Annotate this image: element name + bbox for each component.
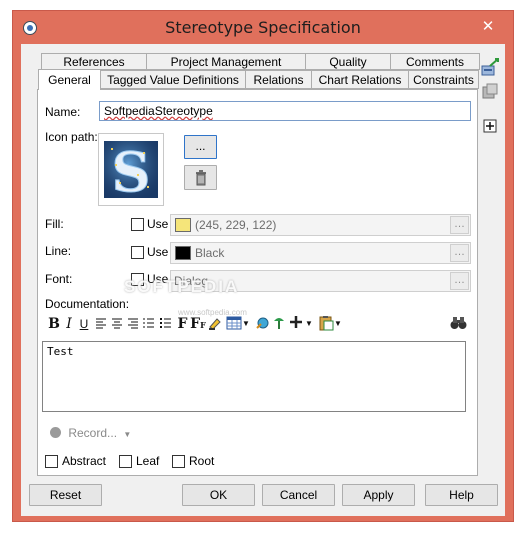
- delete-icon-button[interactable]: [184, 165, 217, 190]
- align-center-icon[interactable]: [110, 315, 124, 333]
- tab-references[interactable]: References: [41, 53, 147, 70]
- name-value: SoftpediaStereotype: [104, 104, 213, 118]
- leaf-checkbox[interactable]: [119, 455, 132, 468]
- insert-dropdown-icon[interactable]: ▼: [305, 315, 313, 333]
- insert-image-icon[interactable]: [272, 315, 286, 333]
- insert-table-icon[interactable]: [225, 315, 243, 333]
- font-size-button[interactable]: FF: [190, 315, 206, 333]
- fill-use-checkbox[interactable]: [131, 218, 144, 231]
- leaf-label: Leaf: [136, 454, 160, 468]
- tab-chart-relations[interactable]: Chart Relations: [311, 70, 409, 89]
- ok-button[interactable]: OK: [182, 484, 255, 506]
- fill-browse-button[interactable]: …: [450, 216, 469, 234]
- line-color-field: Black: [170, 242, 471, 264]
- record-label: Record...: [68, 426, 118, 440]
- abstract-checkbox[interactable]: [45, 455, 58, 468]
- insert-link-icon[interactable]: [254, 315, 270, 333]
- fill-use-label: Use: [147, 217, 169, 231]
- tab-general[interactable]: General: [38, 69, 101, 90]
- fill-color-swatch: [175, 218, 191, 232]
- align-left-icon[interactable]: [94, 315, 108, 333]
- browse-label: ...: [195, 139, 206, 153]
- line-browse-button[interactable]: …: [450, 244, 469, 262]
- documentation-editor[interactable]: Test: [42, 341, 466, 412]
- fill-color-field: (245, 229, 122): [170, 214, 471, 236]
- underline-button[interactable]: U: [77, 315, 91, 333]
- dialog-window: Stereotype Specification ✕ References Pr…: [12, 10, 514, 522]
- font-size-label: F: [190, 316, 201, 332]
- expand-icon[interactable]: [480, 116, 500, 136]
- documentation-label: Documentation:: [45, 297, 130, 311]
- help-button[interactable]: Help: [425, 484, 498, 506]
- add-stereotype-icon[interactable]: [480, 58, 500, 78]
- find-binoculars-icon[interactable]: [449, 315, 467, 333]
- browse-icon-button[interactable]: ...: [184, 135, 217, 159]
- fill-value: (245, 229, 122): [195, 218, 277, 232]
- icon-path-label: Icon path:: [45, 130, 98, 144]
- softpedia-s-icon: S: [104, 140, 158, 205]
- close-button[interactable]: ✕: [477, 16, 499, 38]
- table-dropdown-icon[interactable]: ▼: [242, 315, 250, 333]
- softpedia-watermark-url: www.softpedia.com: [178, 308, 247, 317]
- tab-quality[interactable]: Quality: [305, 53, 391, 70]
- line-label: Line:: [45, 244, 72, 258]
- insert-plus-icon[interactable]: [288, 315, 304, 333]
- softpedia-watermark: SOFTPEDIA: [124, 277, 240, 296]
- root-checkbox[interactable]: [172, 455, 185, 468]
- fill-label: Fill:: [45, 217, 64, 231]
- title-bar[interactable]: Stereotype Specification ✕: [13, 11, 513, 44]
- record-dropdown-icon: ▼: [123, 430, 132, 439]
- tab-relations[interactable]: Relations: [245, 70, 312, 89]
- trash-icon: [195, 170, 206, 186]
- line-color-swatch: [175, 246, 191, 260]
- line-value: Black: [195, 246, 225, 260]
- italic-button[interactable]: I: [62, 315, 76, 333]
- svg-text:S: S: [112, 140, 151, 204]
- line-use-checkbox[interactable]: [131, 246, 144, 259]
- cancel-button[interactable]: Cancel: [262, 484, 335, 506]
- font-button[interactable]: F: [176, 315, 189, 333]
- record-button[interactable]: Record... ▼: [50, 426, 131, 442]
- tab-comments[interactable]: Comments: [390, 53, 480, 70]
- tab-constraints[interactable]: Constraints: [408, 70, 479, 89]
- font-size-suffix-icon: F: [200, 320, 206, 330]
- icon-preview: S: [98, 133, 164, 206]
- highlight-icon[interactable]: [207, 315, 223, 333]
- paste-dropdown-icon[interactable]: ▼: [334, 315, 342, 333]
- reset-button[interactable]: Reset: [29, 484, 102, 506]
- window-title: Stereotype Specification: [165, 18, 361, 37]
- dialog-client-area: References Project Management Quality Co…: [21, 44, 505, 516]
- apply-button[interactable]: Apply: [342, 484, 415, 506]
- font-label: Font:: [45, 272, 73, 286]
- name-input[interactable]: SoftpediaStereotype: [99, 101, 471, 121]
- line-use-label: Use: [147, 245, 169, 259]
- documentation-text: Test: [47, 345, 74, 358]
- stereotype-properties-icon[interactable]: [480, 82, 500, 102]
- tab-tagged-value-definitions[interactable]: Tagged Value Definitions: [100, 70, 246, 89]
- abstract-label: Abstract: [62, 454, 107, 468]
- align-right-icon[interactable]: [126, 315, 140, 333]
- record-icon: [50, 427, 61, 438]
- font-browse-button[interactable]: …: [450, 272, 469, 290]
- general-tab-pane: Name: SoftpediaStereotype Icon path: S .…: [37, 89, 478, 476]
- tab-project-management[interactable]: Project Management: [146, 53, 306, 70]
- bold-button[interactable]: B: [47, 315, 61, 333]
- bullet-list-icon[interactable]: [159, 315, 173, 333]
- paste-icon[interactable]: [317, 315, 335, 333]
- root-label: Root: [189, 454, 215, 468]
- name-label: Name:: [45, 105, 81, 119]
- numbered-list-icon[interactable]: [142, 315, 156, 333]
